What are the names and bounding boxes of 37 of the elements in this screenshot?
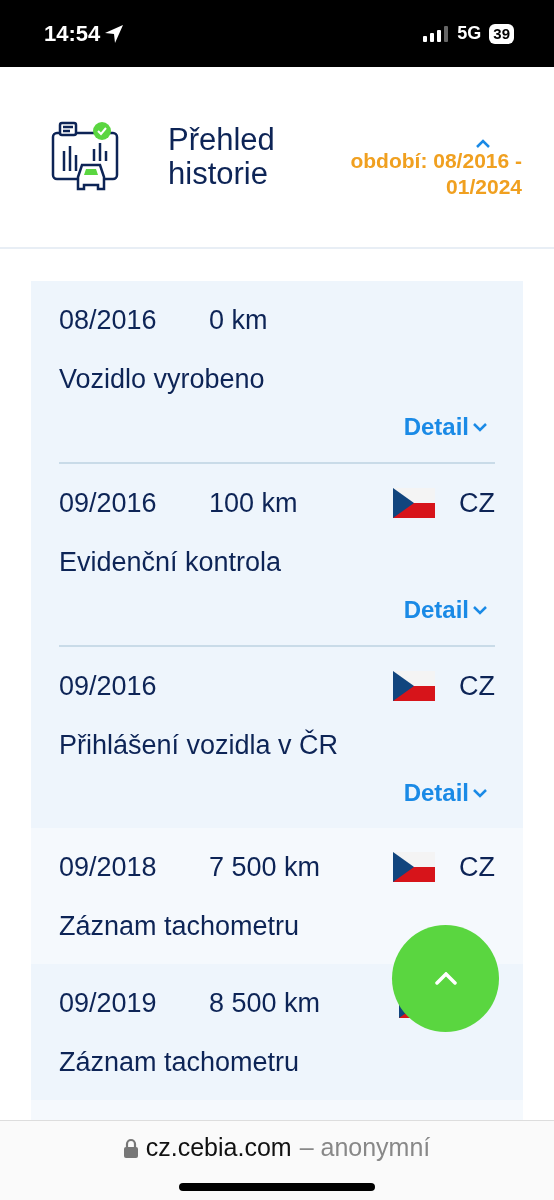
country-code: CZ xyxy=(459,669,495,703)
network-label: 5G xyxy=(457,22,482,45)
home-indicator[interactable] xyxy=(179,1182,375,1191)
clock: 14:54 xyxy=(44,20,101,48)
date-label: 09/2018 xyxy=(59,850,158,884)
mileage-label: 100 km xyxy=(209,486,298,520)
location-arrow-icon xyxy=(104,23,125,44)
event-title: Evidenční kontrola xyxy=(59,546,283,579)
date-label: 08/2016 xyxy=(59,303,158,337)
chevron-down-icon xyxy=(473,605,487,615)
detail-link[interactable]: Detail xyxy=(403,409,487,445)
event-title: Záznam tachometru xyxy=(59,910,301,943)
country-code: CZ xyxy=(459,486,495,520)
detail-link[interactable]: Detail xyxy=(403,592,487,628)
private-mode-label: – anonymní xyxy=(299,1132,431,1163)
event-title: Přihlášení vozidla v ČR xyxy=(59,728,340,762)
page-title: Přehled historie xyxy=(168,122,276,192)
chevron-down-icon xyxy=(473,788,487,798)
mileage-label: 8 500 km xyxy=(209,986,321,1020)
battery-icon: 39 xyxy=(489,23,514,44)
mileage-label: 0 km xyxy=(209,303,268,337)
chevron-up-icon xyxy=(434,972,457,985)
url-domain[interactable]: cz.cebia.com xyxy=(145,1129,292,1167)
event-title: Záznam tachometru xyxy=(59,1046,301,1079)
lock-icon xyxy=(123,1137,138,1158)
date-label: 09/2016 xyxy=(59,669,158,703)
event-title: Vozidlo vyrobeno xyxy=(59,363,266,396)
country-code: CZ xyxy=(459,850,495,884)
date-label: 09/2019 xyxy=(59,986,158,1020)
chevron-up-icon[interactable] xyxy=(476,139,490,149)
vehicle-report-icon xyxy=(50,121,120,193)
detail-link[interactable]: Detail xyxy=(403,775,487,811)
date-label: 09/2016 xyxy=(59,486,158,520)
period-label: období: 08/2016 - 01/2024 xyxy=(349,148,522,199)
mileage-label: 7 500 km xyxy=(209,850,321,884)
signal-icon xyxy=(423,25,450,42)
chevron-down-icon xyxy=(473,422,487,432)
